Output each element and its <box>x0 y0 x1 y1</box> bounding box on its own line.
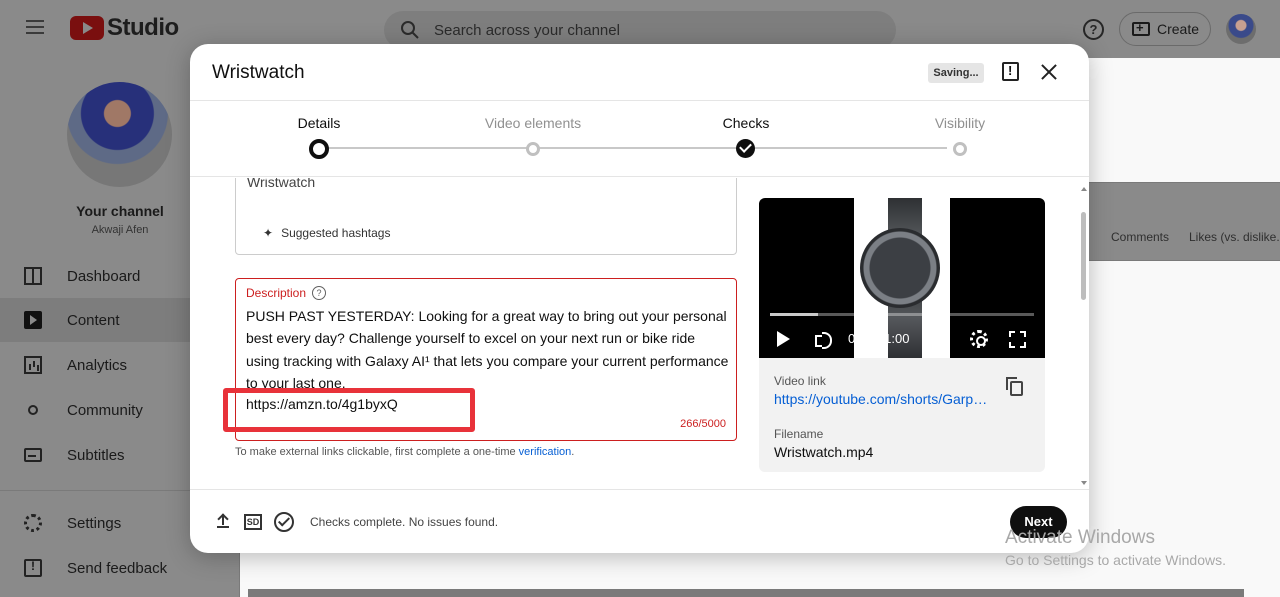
step-video-elements[interactable]: Video elements <box>453 115 613 156</box>
description-label: Description ? <box>246 286 327 300</box>
step-checks[interactable]: Checks <box>666 115 826 158</box>
scroll-down-icon[interactable] <box>1081 481 1087 485</box>
video-preview-card: 0:00 / 1:00 Video link https://youtube.c… <box>759 198 1045 472</box>
column-header-comments[interactable]: Comments <box>1111 230 1169 244</box>
description-label-text: Description <box>246 286 307 300</box>
title-value[interactable]: Wristwatch <box>247 178 315 190</box>
step-label: Visibility <box>934 115 986 131</box>
video-player[interactable]: 0:00 / 1:00 <box>759 198 1045 358</box>
watermark-title: Activate Windows <box>1005 527 1155 548</box>
create-video-icon <box>1132 20 1150 36</box>
windows-activation-watermark: Activate Windows Go to Settings to activ… <box>1005 527 1226 568</box>
video-link[interactable]: https://youtube.com/shorts/GarpD8Pk <box>774 391 990 407</box>
create-button[interactable]: Create <box>1119 12 1211 46</box>
hashtags-label: Suggested hashtags <box>281 226 391 240</box>
step-visibility[interactable]: Visibility <box>880 115 1040 156</box>
step-check-icon <box>736 139 755 158</box>
youtube-logo-icon <box>70 16 104 40</box>
channel-avatar[interactable] <box>67 82 172 187</box>
sidebar-item-label: Analytics <box>67 356 128 374</box>
dialog-body: Wristwatch ✦ Suggested hashtags Descript… <box>190 178 1089 489</box>
description-text[interactable]: PUSH PAST YESTERDAY: Looking for a great… <box>246 305 730 394</box>
logo-text: Studio <box>107 14 179 41</box>
verification-note: To make external links clickable, first … <box>235 446 574 458</box>
saving-badge: Saving... <box>928 63 984 83</box>
character-counter: 266/5000 <box>680 418 726 430</box>
dashboard-icon <box>24 267 42 285</box>
help-circle-icon[interactable]: ? <box>312 286 327 300</box>
community-icon <box>28 405 38 415</box>
youtube-studio-logo[interactable]: Studio <box>70 14 179 42</box>
close-icon[interactable] <box>1038 61 1060 83</box>
content-table-header: Comments Likes (vs. dislike... <box>1088 182 1280 261</box>
title-field[interactable]: Wristwatch ✦ Suggested hashtags <box>235 178 737 255</box>
sidebar-item-label: Subtitles <box>67 446 125 464</box>
video-progress-bar[interactable] <box>770 313 1034 316</box>
verification-link[interactable]: verification <box>519 446 572 458</box>
dialog-header: Wristwatch Saving... <box>190 44 1089 101</box>
copy-icon[interactable] <box>1006 377 1023 396</box>
report-issue-icon[interactable] <box>1002 62 1019 81</box>
step-label: Details <box>297 115 341 131</box>
video-progress-fill <box>770 313 818 316</box>
scroll-up-icon[interactable] <box>1081 187 1087 191</box>
analytics-icon <box>24 356 42 374</box>
video-time: 0:00 / 1:00 <box>848 331 910 346</box>
dialog-footer: SD Checks complete. No issues found. Nex… <box>190 489 1089 553</box>
step-label: Video elements <box>484 115 582 131</box>
account-avatar[interactable] <box>1226 14 1256 44</box>
sidebar-item-label: Content <box>67 311 120 329</box>
menu-icon[interactable] <box>26 20 44 34</box>
verification-note-end: . <box>571 446 575 458</box>
upload-icon[interactable] <box>217 514 229 528</box>
column-header-likes[interactable]: Likes (vs. dislike... <box>1189 230 1280 244</box>
check-circle-icon[interactable] <box>274 512 294 532</box>
step-active-dot-icon <box>309 139 329 159</box>
create-label: Create <box>1157 21 1200 37</box>
video-link-label: Video link <box>774 374 826 388</box>
subtitles-icon <box>24 448 42 462</box>
verification-note-text: To make external links clickable, first … <box>235 446 519 458</box>
watermark-subtitle: Go to Settings to activate Windows. <box>1005 552 1226 568</box>
watch-face <box>860 228 940 308</box>
step-empty-dot-icon <box>526 142 540 156</box>
volume-icon[interactable] <box>815 331 833 349</box>
sidebar-item-label: Community <box>67 401 143 419</box>
sparkle-icon: ✦ <box>263 226 274 240</box>
settings-gear-icon <box>24 514 42 532</box>
content-icon <box>24 311 42 329</box>
step-details[interactable]: Details <box>239 115 399 159</box>
sidebar-item-label: Settings <box>67 514 122 532</box>
suggested-hashtags-button[interactable]: ✦ Suggested hashtags <box>263 226 390 240</box>
dialog-scrollbar[interactable] <box>1079 187 1088 487</box>
checks-status: Checks complete. No issues found. <box>310 515 499 529</box>
help-icon[interactable]: ? <box>1083 19 1104 40</box>
sidebar-item-label: Send feedback <box>67 559 168 577</box>
filename-label: Filename <box>774 427 824 441</box>
upload-dialog: Wristwatch Saving... Details Video eleme… <box>190 44 1089 553</box>
filename-value: Wristwatch.mp4 <box>774 444 874 460</box>
fullscreen-icon[interactable] <box>1009 331 1026 348</box>
scroll-thumb[interactable] <box>1081 212 1086 300</box>
horizontal-scrollbar[interactable] <box>248 589 1244 597</box>
highlight-box <box>223 388 475 432</box>
dialog-title: Wristwatch <box>212 62 305 83</box>
sidebar-item-label: Dashboard <box>67 267 141 285</box>
stepper-line <box>318 147 947 149</box>
gear-icon[interactable] <box>970 330 988 348</box>
search-input[interactable] <box>434 21 814 39</box>
play-icon[interactable] <box>777 331 790 347</box>
feedback-icon <box>24 559 42 577</box>
step-label: Checks <box>722 115 770 131</box>
search-icon[interactable] <box>400 20 420 40</box>
sd-quality-icon[interactable]: SD <box>244 514 262 530</box>
upload-stepper: Details Video elements Checks Visibility <box>190 101 1089 177</box>
step-empty-dot-icon <box>953 142 967 156</box>
